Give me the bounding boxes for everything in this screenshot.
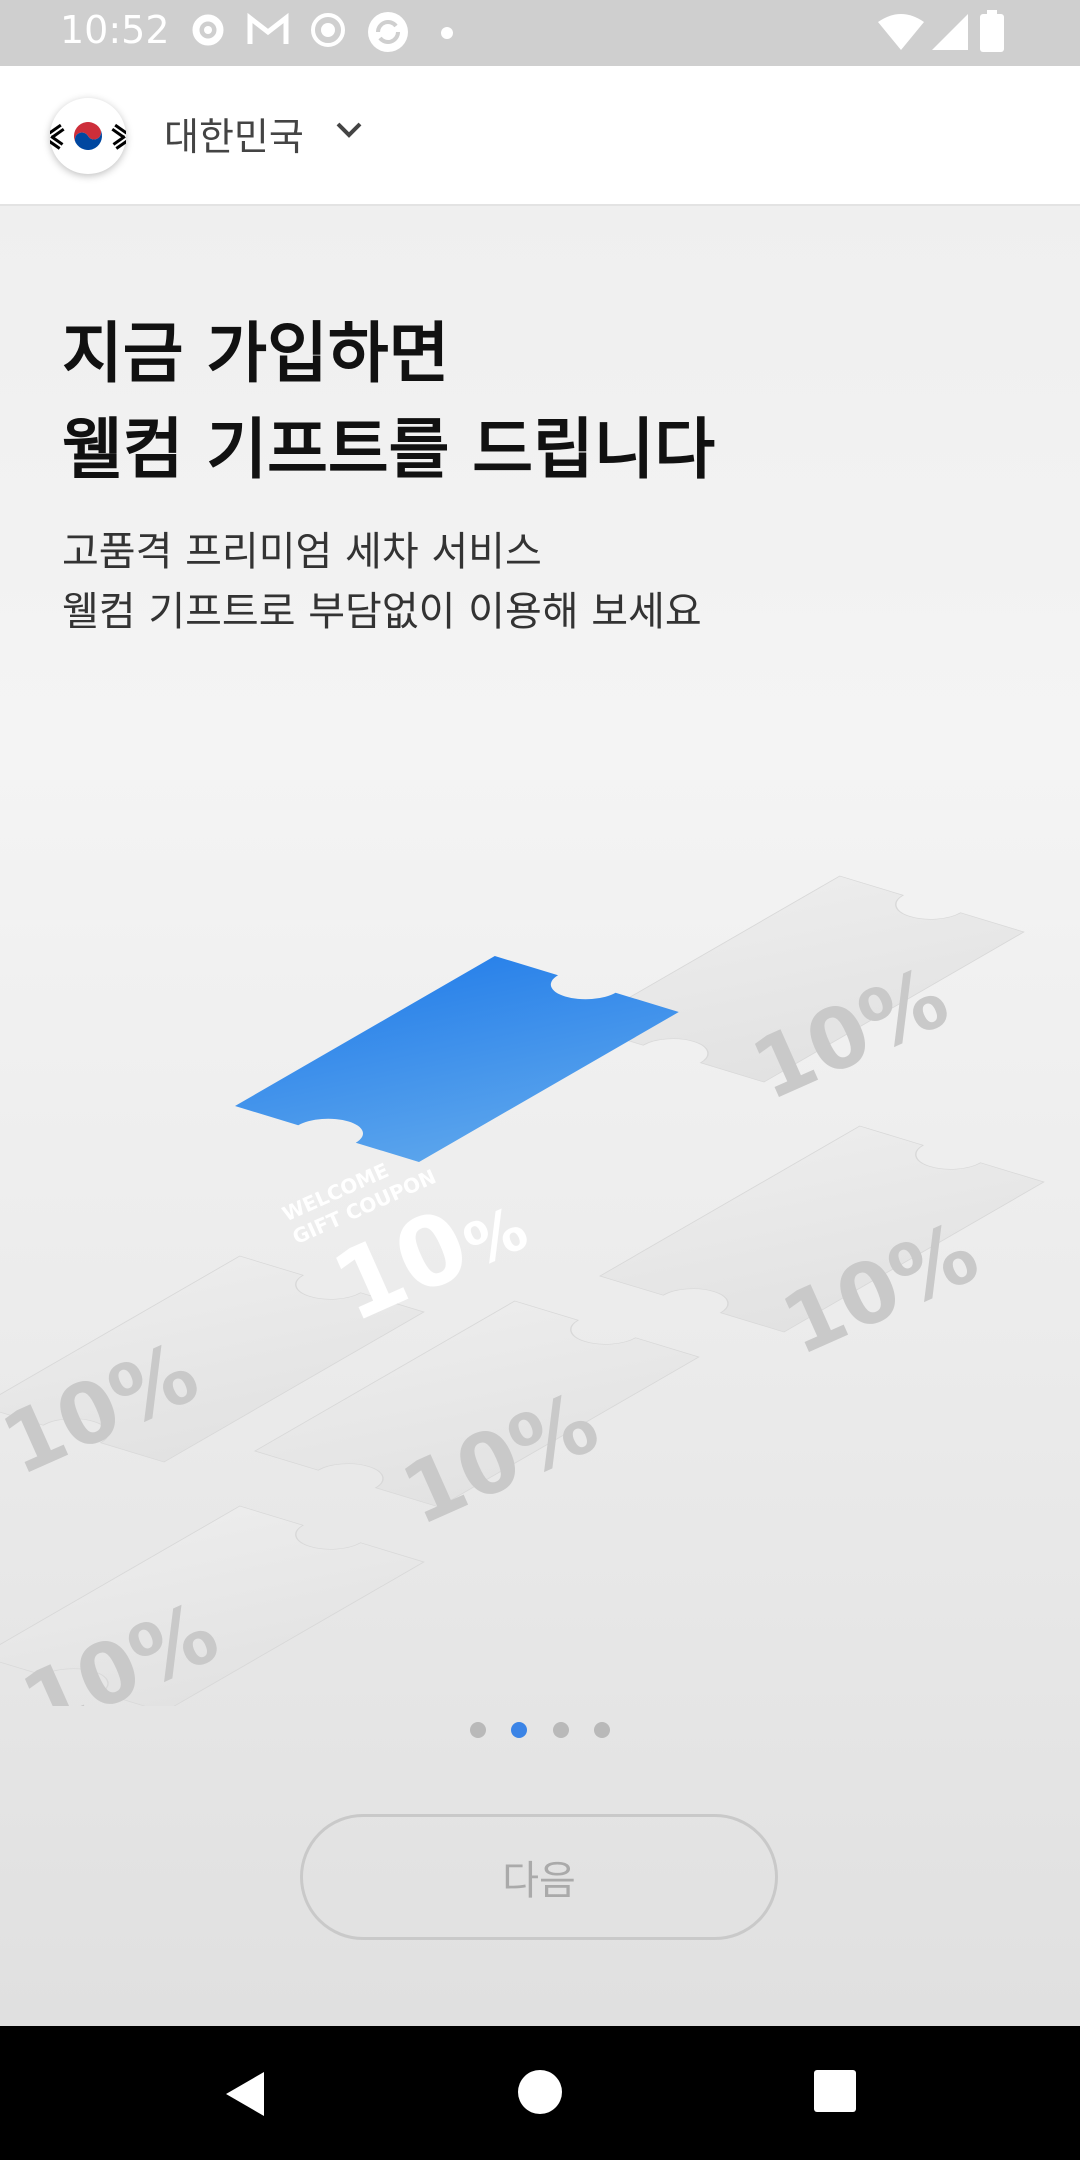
onboarding-page: 지금 가입하면 웰컴 기프트를 드립니다 고품격 프리미엄 세차 서비스 웰컴 … (0, 206, 1080, 2026)
recents-icon[interactable] (810, 2066, 860, 2116)
country-selector-label[interactable]: 대한민국 (164, 106, 304, 161)
page-dot-active (511, 1722, 528, 1738)
sync-icon (368, 12, 408, 52)
status-time: 10:52 (60, 8, 170, 52)
back-icon[interactable] (220, 2066, 270, 2122)
coupon-illustration: 10% 10% 10% 10% 10% WELCOME GIFT COUPON … (0, 875, 1045, 1706)
dot-icon (441, 27, 453, 39)
wifi-icon (878, 14, 924, 50)
page-title: 지금 가입하면 웰컴 기프트를 드립니다 (62, 315, 716, 488)
status-bar: 10:52 (0, 0, 1080, 66)
coupon-blue (235, 956, 679, 1162)
next-button[interactable]: 다음 (300, 1814, 778, 1940)
gear-icon (192, 14, 224, 46)
home-icon[interactable] (514, 2066, 566, 2118)
gmail-icon (247, 12, 289, 44)
page-dot (593, 1722, 610, 1738)
page-dot (470, 1722, 487, 1738)
app-header: 대한민국 (0, 66, 1080, 206)
chevron-down-icon[interactable] (334, 120, 364, 140)
signal-icon (932, 14, 968, 50)
page-indicator (0, 1722, 1080, 1742)
page-subtitle: 고품격 프리미엄 세차 서비스 웰컴 기프트로 부담없이 이용해 보세요 (62, 529, 702, 635)
system-nav-bar (0, 2026, 1080, 2160)
page-dot (552, 1722, 569, 1738)
battery-icon (980, 10, 1004, 52)
record-icon (311, 13, 345, 47)
korea-flag-icon[interactable] (47, 98, 129, 174)
